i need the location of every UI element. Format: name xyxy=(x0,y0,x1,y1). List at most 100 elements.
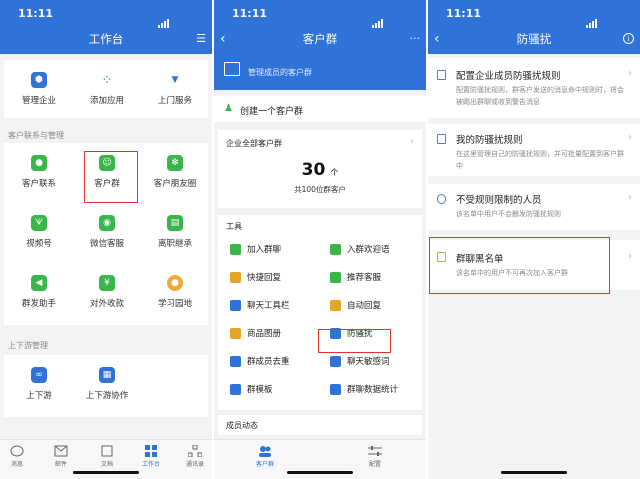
add-app-item[interactable]: ⁘ 添加应用 xyxy=(72,72,142,106)
back-icon[interactable]: ‹ xyxy=(220,28,226,50)
grid-item-channels[interactable]: ᗐ 视频号 xyxy=(4,215,74,249)
mail-icon xyxy=(54,445,68,457)
item-label: 学习园地 xyxy=(157,299,192,309)
status-time: 11:11 xyxy=(232,7,268,20)
grid-item-broadcast[interactable]: ◀ 群发助手 xyxy=(4,275,74,309)
tools-card: 工具 加入群聊 入群欢迎语 快捷回复 推荐客服 聊天工具栏 自动回复 商品图册 防骚扰 群成员去… xyxy=(218,215,422,410)
back-icon[interactable]: ‹ xyxy=(434,28,440,50)
tool-auto-reply[interactable]: 自动回复 xyxy=(330,297,381,315)
manage-enterprise-item[interactable]: ⬢ 管理企业 xyxy=(4,72,74,106)
nav-bar: ‹ 防骚扰 i xyxy=(428,28,640,54)
onsite-service-item[interactable]: ▼ 上门服务 xyxy=(140,72,210,106)
count-unit: 个 xyxy=(330,168,339,177)
tab-label: 通讯录 xyxy=(185,461,204,468)
tool-welcome-message[interactable]: 入群欢迎语 xyxy=(330,241,390,259)
item-label: 管理企业 xyxy=(21,96,56,106)
chevron-right-icon: › xyxy=(410,136,414,147)
home-indicator xyxy=(287,471,353,474)
tab-config[interactable]: 配置 xyxy=(360,445,390,468)
row-title: 配置企业成员防骚扰规则 xyxy=(456,71,561,82)
person-icon xyxy=(437,194,446,204)
channels-icon: ᗐ xyxy=(31,215,47,231)
list-icon xyxy=(437,134,446,144)
tool-product-album[interactable]: 商品图册 xyxy=(230,325,281,343)
tool-group-template[interactable]: 群模板 xyxy=(230,381,273,399)
banner-text: 管理成员的客户群 xyxy=(248,68,312,77)
tab-contacts[interactable]: 通讯录 xyxy=(180,445,210,468)
grid-item-inheritance[interactable]: ▤ 离职继承 xyxy=(140,215,210,249)
status-bar: 11:11 xyxy=(214,0,426,44)
tools-label: 工具 xyxy=(226,222,242,231)
create-label: 创建一个客户群 xyxy=(240,107,304,117)
item-label: 客户联系 xyxy=(21,179,56,189)
status-time: 11:11 xyxy=(446,7,482,20)
grid-item-customer-contact[interactable]: ● 客户联系 xyxy=(4,155,74,189)
tool-join-group[interactable]: 加入群聊 xyxy=(230,241,281,259)
tab-label: 配置 xyxy=(368,461,381,468)
tool-chat-toolbar[interactable]: 聊天工具栏 xyxy=(230,297,290,315)
home-indicator xyxy=(501,471,567,474)
tool-recommend-service[interactable]: 推荐客服 xyxy=(330,269,381,287)
filter-icon[interactable]: ☰ xyxy=(196,28,206,50)
create-group-button[interactable]: ♟ 创建一个客户群 xyxy=(214,96,426,122)
rule-config-row[interactable]: 配置企业成员防骚扰规则 配置防骚扰规则，群客户发送的消息命中规则时，将会被踢出群… xyxy=(428,58,640,118)
tab-mail[interactable]: 邮件 xyxy=(46,445,76,468)
grid-item-moments[interactable]: ✻ 客户朋友圈 xyxy=(140,155,210,189)
tool-label: 群聊数据统计 xyxy=(347,385,399,395)
item-label: 视频号 xyxy=(26,239,52,249)
tab-label: 客户群 xyxy=(255,461,274,468)
member-dynamics-card: 成员动态 xyxy=(218,415,422,435)
customer-group-panel: 11:11 ‹ 客户群 ··· 管理成员的客户群 ♟ 创建一个客户群 企业全部客户群… xyxy=(214,0,426,479)
all-groups-label: 企业全部客户群 xyxy=(226,139,282,148)
welcome-message-icon xyxy=(330,244,341,255)
tool-label: 加入群聊 xyxy=(247,245,282,255)
link-icon: ∞ xyxy=(31,367,47,383)
status-bar: 11:11 xyxy=(428,0,640,44)
message-icon xyxy=(10,445,24,457)
tab-messages[interactable]: 消息 xyxy=(2,445,32,468)
item-label: 添加应用 xyxy=(89,96,124,106)
group-count: 30 xyxy=(301,160,326,180)
grid-icon: ▦ xyxy=(99,367,115,383)
item-label: 对外收款 xyxy=(89,299,124,309)
grid-item-payment[interactable]: ¥ 对外收款 xyxy=(72,275,142,309)
exempt-users-row[interactable]: 不受规则限制的人员 该名单中用户不会触发防骚扰规则 › xyxy=(428,184,640,230)
tool-label: 群模板 xyxy=(247,385,273,395)
tab-label: 文档 xyxy=(100,461,113,468)
more-icon[interactable]: ··· xyxy=(410,28,421,50)
contacts-icon xyxy=(188,445,202,457)
chat-toolbar-icon xyxy=(230,300,241,311)
info-icon[interactable]: i xyxy=(623,33,634,44)
highlight-box xyxy=(84,151,138,203)
recommend-service-icon xyxy=(330,272,341,283)
yen-icon: ¥ xyxy=(99,275,115,291)
grid-item-supply-chain[interactable]: ∞ 上下游 xyxy=(4,367,74,401)
tool-label: 入群欢迎语 xyxy=(347,245,390,255)
home-indicator xyxy=(73,471,139,474)
doc-icon xyxy=(101,445,113,457)
tool-label: 聊天敏感词 xyxy=(347,357,390,367)
tab-customer-group[interactable]: 客户群 xyxy=(250,445,280,468)
grid-item-learning[interactable]: ● 学习园地 xyxy=(140,275,210,309)
headset-icon: ◉ xyxy=(99,215,115,231)
chevron-right-icon: › xyxy=(628,132,632,143)
tab-workbench[interactable]: 工作台 xyxy=(136,445,166,468)
item-label: 离职继承 xyxy=(157,239,192,249)
item-label: 上门服务 xyxy=(157,96,192,106)
signal-icon xyxy=(372,10,412,44)
tool-label: 推荐客服 xyxy=(347,273,382,283)
tie-icon: ▼ xyxy=(167,72,183,88)
grid-item-wechat-service[interactable]: ◉ 微信客服 xyxy=(72,215,142,249)
tool-group-stats[interactable]: 群聊数据统计 xyxy=(330,381,398,399)
my-rules-row[interactable]: 我的防骚扰规则 在这里管理自己的防骚扰规则，并可批量配置到客户群中 › xyxy=(428,124,640,176)
all-groups-card[interactable]: 企业全部客户群 › 30 个 共100位群客户 xyxy=(218,130,422,208)
tool-quick-reply[interactable]: 快捷回复 xyxy=(230,269,281,287)
top-card: ⬢ 管理企业 ⁘ 添加应用 ▼ 上门服务 xyxy=(4,60,208,118)
grid-item-collab[interactable]: ▦ 上下游协作 xyxy=(72,367,142,401)
page-title: 客户群 xyxy=(302,32,338,46)
tab-docs[interactable]: 文档 xyxy=(92,445,122,468)
table-icon xyxy=(224,62,240,76)
section-title: 上下游管理 xyxy=(8,341,48,350)
tool-sensitive-words[interactable]: 聊天敏感词 xyxy=(330,353,390,371)
tool-dedupe-members[interactable]: 群成员去重 xyxy=(230,353,290,371)
